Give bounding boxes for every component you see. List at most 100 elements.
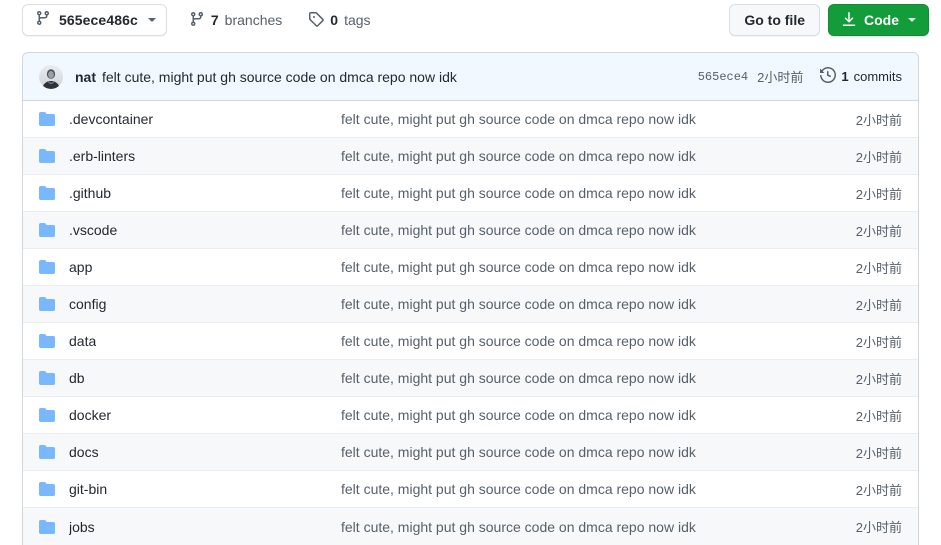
code-button[interactable]: Code xyxy=(828,4,929,36)
commit-meta: 565ece4 2小时前 1 commits xyxy=(698,66,902,86)
file-name-link[interactable]: app xyxy=(69,259,92,275)
folder-icon xyxy=(39,444,55,460)
repo-toolbar: 565ece486c 7 branches 0 tags Go to file xyxy=(0,0,941,40)
table-row[interactable]: docker felt cute, might put gh source cod… xyxy=(23,397,918,434)
row-commit-time: 2小时前 xyxy=(855,186,902,202)
download-icon xyxy=(841,11,857,30)
file-name-cell: data xyxy=(39,333,341,349)
file-name-link[interactable]: data xyxy=(69,333,96,349)
git-branch-icon xyxy=(35,10,51,31)
row-commit-time: 2小时前 xyxy=(855,260,902,276)
folder-icon xyxy=(39,296,55,312)
file-name-cell: config xyxy=(39,296,341,312)
file-name-cell: docs xyxy=(39,444,341,460)
code-button-label: Code xyxy=(864,12,899,28)
history-clock-icon xyxy=(820,66,837,86)
file-name-cell: jobs xyxy=(39,519,341,535)
tag-icon xyxy=(308,11,325,30)
file-name-cell: app xyxy=(39,259,341,275)
file-name-cell: .devcontainer xyxy=(39,111,341,127)
row-commit-time: 2小时前 xyxy=(855,445,902,461)
file-name-link[interactable]: .github xyxy=(69,185,111,201)
latest-commit-header: nat felt cute, might put gh source code … xyxy=(23,53,918,101)
file-name-link[interactable]: docker xyxy=(69,407,111,423)
branch-name-label: 565ece486c xyxy=(59,12,138,28)
row-commit-time: 2小时前 xyxy=(855,482,902,498)
go-to-file-button[interactable]: Go to file xyxy=(729,4,820,36)
row-commit-message[interactable]: felt cute, might put gh source code on d… xyxy=(341,444,856,460)
commit-author-name[interactable]: nat xyxy=(75,69,96,85)
table-row[interactable]: .vscode felt cute, might put gh source co… xyxy=(23,212,918,249)
file-name-cell: docker xyxy=(39,407,341,423)
folder-icon xyxy=(39,519,55,535)
row-commit-message[interactable]: felt cute, might put gh source code on d… xyxy=(341,481,856,497)
file-name-cell: .github xyxy=(39,185,341,201)
row-commit-time: 2小时前 xyxy=(855,223,902,239)
file-name-link[interactable]: jobs xyxy=(69,519,95,535)
table-row[interactable]: docs felt cute, might put gh source code … xyxy=(23,434,918,471)
table-row[interactable]: db felt cute, might put gh source code on… xyxy=(23,360,918,397)
row-commit-message[interactable]: felt cute, might put gh source code on d… xyxy=(341,111,856,127)
file-name-link[interactable]: .devcontainer xyxy=(69,111,153,127)
row-commit-message[interactable]: felt cute, might put gh source code on d… xyxy=(341,222,856,238)
table-row[interactable]: config felt cute, might put gh source cod… xyxy=(23,286,918,323)
go-to-file-label: Go to file xyxy=(744,12,805,28)
row-commit-message[interactable]: felt cute, might put gh source code on d… xyxy=(341,185,856,201)
folder-icon xyxy=(39,333,55,349)
git-branch-icon xyxy=(189,11,205,30)
row-commit-message[interactable]: felt cute, might put gh source code on d… xyxy=(341,259,856,275)
file-name-link[interactable]: .erb-linters xyxy=(69,148,135,164)
row-commit-message[interactable]: felt cute, might put gh source code on d… xyxy=(341,370,856,386)
folder-icon xyxy=(39,185,55,201)
file-name-link[interactable]: .vscode xyxy=(69,222,117,238)
tags-count-link[interactable]: 0 tags xyxy=(308,11,371,30)
repository-file-table: nat felt cute, might put gh source code … xyxy=(22,52,919,545)
table-row[interactable]: data felt cute, might put gh source code … xyxy=(23,323,918,360)
chevron-down-icon xyxy=(147,18,156,22)
file-name-cell: .erb-linters xyxy=(39,148,341,164)
row-commit-message[interactable]: felt cute, might put gh source code on d… xyxy=(341,148,856,164)
branches-count-link[interactable]: 7 branches xyxy=(189,11,282,30)
table-row[interactable]: .erb-linters felt cute, might put gh sour… xyxy=(23,138,918,175)
file-name-cell: db xyxy=(39,370,341,386)
tags-count-label: tags xyxy=(344,12,371,28)
row-commit-time: 2小时前 xyxy=(855,149,902,165)
row-commit-time: 2小时前 xyxy=(855,371,902,387)
file-rows: .devcontainer felt cute, might put gh sou… xyxy=(23,101,918,545)
file-name-link[interactable]: git-bin xyxy=(69,481,107,497)
commit-sha-link[interactable]: 565ece4 xyxy=(698,70,748,84)
row-commit-time: 2小时前 xyxy=(855,408,902,424)
folder-icon xyxy=(39,111,55,127)
branch-selector-button[interactable]: 565ece486c xyxy=(22,4,167,36)
row-commit-message[interactable]: felt cute, might put gh source code on d… xyxy=(341,296,856,312)
branches-count-value: 7 xyxy=(210,12,219,28)
row-commit-message[interactable]: felt cute, might put gh source code on d… xyxy=(341,333,856,349)
row-commit-time: 2小时前 xyxy=(855,297,902,313)
table-row[interactable]: .github felt cute, might put gh source co… xyxy=(23,175,918,212)
row-commit-time: 2小时前 xyxy=(855,334,902,350)
folder-icon xyxy=(39,148,55,164)
row-commit-time: 2小时前 xyxy=(855,520,902,535)
file-name-cell: .vscode xyxy=(39,222,341,238)
branches-count-label: branches xyxy=(224,12,283,28)
row-commit-message[interactable]: felt cute, might put gh source code on d… xyxy=(341,407,856,423)
table-row[interactable]: .devcontainer felt cute, might put gh sou… xyxy=(23,101,918,138)
file-name-link[interactable]: docs xyxy=(69,444,99,460)
table-row[interactable]: git-bin felt cute, might put gh source co… xyxy=(23,471,918,508)
table-row[interactable]: app felt cute, might put gh source code o… xyxy=(23,249,918,286)
commit-time-label: 2小时前 xyxy=(757,70,804,85)
file-name-link[interactable]: config xyxy=(69,296,106,312)
commits-count-link[interactable]: 1 commits xyxy=(820,66,902,86)
row-commit-message[interactable]: felt cute, might put gh source code on d… xyxy=(341,519,856,535)
table-row[interactable]: jobs felt cute, might put gh source code … xyxy=(23,508,918,545)
commits-count-label: commits xyxy=(853,69,902,84)
file-name-link[interactable]: db xyxy=(69,370,85,386)
chevron-down-icon xyxy=(908,18,916,22)
folder-icon xyxy=(39,407,55,423)
folder-icon xyxy=(39,259,55,275)
commit-message-text[interactable]: felt cute, might put gh source code on d… xyxy=(102,69,457,85)
row-commit-time: 2小时前 xyxy=(855,112,902,128)
commits-count-value: 1 xyxy=(841,69,849,84)
avatar[interactable] xyxy=(39,64,63,89)
file-name-cell: git-bin xyxy=(39,481,341,497)
